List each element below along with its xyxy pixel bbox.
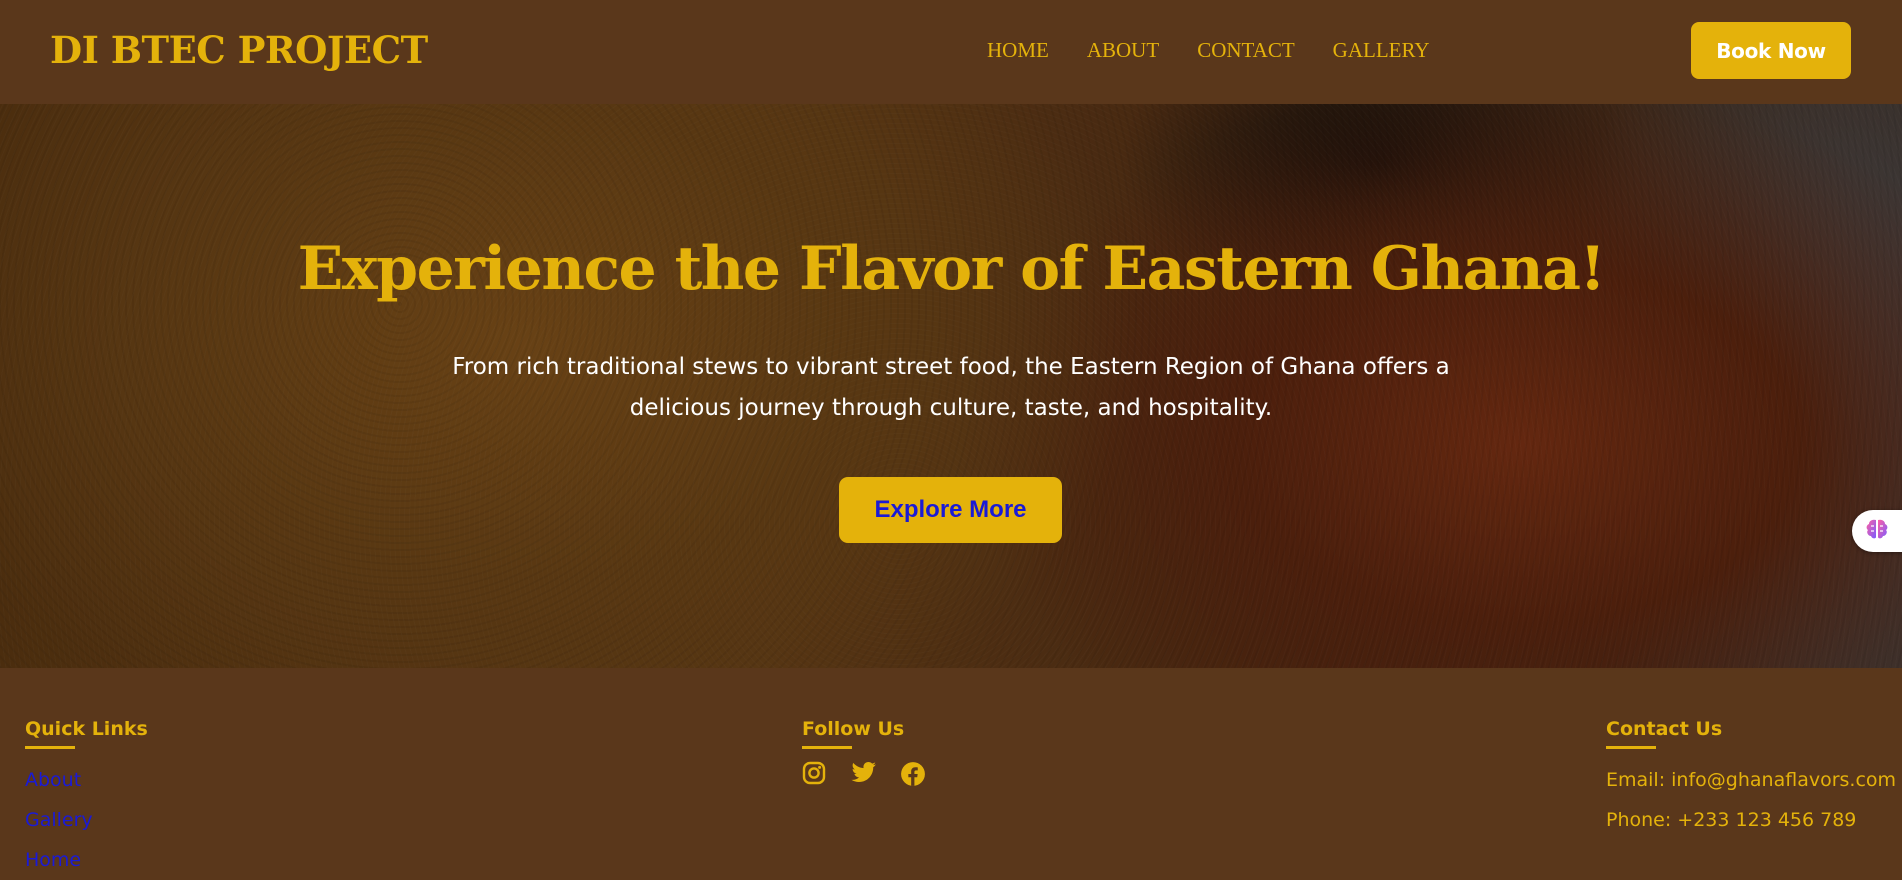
assistant-widget-button[interactable] xyxy=(1852,510,1902,552)
nav-contact[interactable]: CONTACT xyxy=(1197,38,1294,63)
twitter-icon[interactable] xyxy=(851,761,877,787)
main-nav: HOME ABOUT CONTACT GALLERY xyxy=(987,38,1468,63)
nav-gallery[interactable]: GALLERY xyxy=(1333,38,1430,63)
contact-section: Contact Us Email: info@ghanaflavors.com … xyxy=(1606,718,1896,840)
site-logo[interactable]: DI BTEC PROJECT xyxy=(50,28,428,72)
hero-title: Experience the Flavor of Eastern Ghana! xyxy=(297,234,1606,304)
hero-section: Experience the Flavor of Eastern Ghana! … xyxy=(0,104,1902,668)
explore-more-button[interactable]: Explore More xyxy=(839,477,1062,543)
heading-underline xyxy=(25,746,75,749)
contact-heading: Contact Us xyxy=(1606,718,1723,740)
nav-home[interactable]: HOME xyxy=(987,38,1049,63)
quick-links-section: Quick Links About Gallery Home xyxy=(25,718,148,880)
follow-us-heading: Follow Us xyxy=(802,718,905,740)
heading-underline xyxy=(1606,746,1656,749)
footer-link-home[interactable]: Home xyxy=(25,840,148,880)
social-icons xyxy=(802,761,949,787)
footer-link-gallery[interactable]: Gallery xyxy=(25,800,148,840)
site-footer: Quick Links About Gallery Home Follow Us xyxy=(0,668,1902,871)
footer-link-about[interactable]: About xyxy=(25,760,148,800)
follow-us-section: Follow Us xyxy=(802,718,949,787)
contact-email: Email: info@ghanaflavors.com xyxy=(1606,769,1897,791)
nav-about[interactable]: ABOUT xyxy=(1087,38,1159,63)
book-now-button[interactable]: Book Now xyxy=(1691,22,1851,79)
quick-links-heading: Quick Links xyxy=(25,718,148,740)
brain-icon xyxy=(1865,518,1889,545)
heading-underline xyxy=(802,746,852,749)
contact-phone: Phone: +233 123 456 789 xyxy=(1606,809,1857,831)
site-header: DI BTEC PROJECT HOME ABOUT CONTACT GALLE… xyxy=(0,0,1902,104)
facebook-icon[interactable] xyxy=(900,761,926,787)
hero-subtitle: From rich traditional stews to vibrant s… xyxy=(452,354,1450,421)
instagram-icon[interactable] xyxy=(802,761,828,787)
